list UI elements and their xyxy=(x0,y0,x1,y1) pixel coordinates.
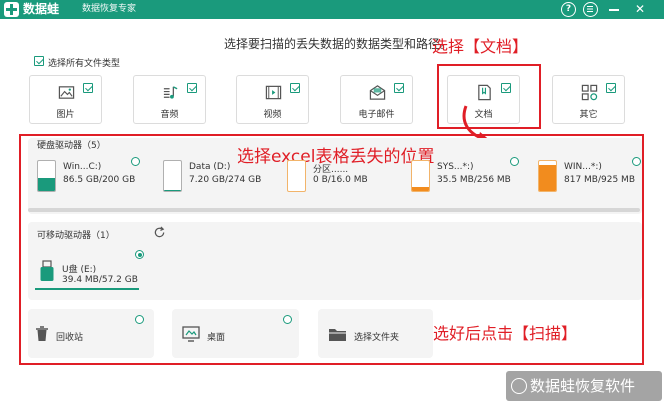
annotation-select-doc: 选择【文档】 xyxy=(432,37,529,56)
filetype-checkbox-audio[interactable] xyxy=(187,83,197,93)
filetype-label: 其它 xyxy=(579,110,598,120)
filetype-label: 视频 xyxy=(263,110,282,120)
location-label: 回收站 xyxy=(56,333,84,343)
selected-indicator xyxy=(35,288,139,290)
filetype-checkbox-document[interactable] xyxy=(501,83,511,93)
drive-name: WIN...*:) xyxy=(564,162,602,172)
drive-usage-fill xyxy=(164,190,181,191)
drive-size: 86.5 GB/200 GB xyxy=(63,175,136,185)
filetype-checkbox-image[interactable] xyxy=(83,83,93,93)
drive-size: 817 MB/925 MB xyxy=(564,175,635,185)
location-label: 选择文件夹 xyxy=(354,333,400,343)
horizontal-scrollbar[interactable] xyxy=(28,208,640,212)
drive-name: Win...C:) xyxy=(63,162,102,172)
location-radio-recycle-bin[interactable] xyxy=(135,315,144,324)
audio-icon xyxy=(163,86,178,99)
app-subtitle: 数据恢复专家 xyxy=(82,4,137,14)
filetype-card-image[interactable]: 图片 xyxy=(29,75,102,124)
minimize-button[interactable] xyxy=(609,9,619,11)
desktop-icon xyxy=(182,326,200,342)
filetype-card-audio[interactable]: 音频 xyxy=(133,75,206,124)
select-all-checkbox[interactable] xyxy=(34,56,44,66)
hard-drive-icon xyxy=(37,160,56,192)
location-card-recycle-bin[interactable]: 回收站 xyxy=(28,309,154,358)
drive-radio-c[interactable] xyxy=(131,157,140,166)
drive-name: Data (D:) xyxy=(189,162,231,172)
drive-name: SYS...*:) xyxy=(437,162,474,172)
refresh-icon[interactable] xyxy=(153,226,166,239)
menu-icon[interactable] xyxy=(583,2,598,17)
filetype-card-email[interactable]: 电子邮件 xyxy=(340,75,413,124)
document-icon xyxy=(478,84,491,101)
drive-usage-fill xyxy=(412,186,429,191)
app-logo-icon xyxy=(4,2,19,17)
close-button[interactable]: ✕ xyxy=(633,1,647,17)
drive-usage-fill xyxy=(539,164,556,191)
watermark-text: 数据蛙恢复软件 xyxy=(530,377,636,395)
location-card-folder[interactable]: 选择文件夹 xyxy=(318,309,433,358)
hard-drive-icon xyxy=(163,160,182,192)
removable-drive-title: 可移动驱动器（1） xyxy=(37,231,115,241)
location-card-desktop[interactable]: 桌面 xyxy=(172,309,299,358)
filetype-checkbox-email[interactable] xyxy=(394,83,404,93)
filetype-label: 音频 xyxy=(160,110,179,120)
annotation-click-scan: 选好后点击【扫描】 xyxy=(433,324,578,343)
hard-drive-title: 硬盘驱动器（5） xyxy=(37,141,106,151)
filetype-checkbox-video[interactable] xyxy=(290,83,300,93)
watermark-logo-icon xyxy=(511,378,527,394)
recycle-bin-icon xyxy=(36,326,48,341)
drive-usage-fill xyxy=(38,178,55,191)
filetype-label: 电子邮件 xyxy=(358,110,395,120)
select-all-label: 选择所有文件类型 xyxy=(48,59,121,69)
hard-drive-icon xyxy=(411,160,430,192)
drive-size: 35.5 MB/256 MB xyxy=(437,175,511,185)
filetype-card-other[interactable]: 其它 xyxy=(552,75,625,124)
help-icon[interactable]: ? xyxy=(561,2,576,17)
app-name: 数据蛙 xyxy=(23,2,60,16)
video-icon xyxy=(265,85,282,100)
drive-radio-win[interactable] xyxy=(632,157,641,166)
instruction-text: 选择要扫描的丢失数据的数据类型和路径。 xyxy=(224,37,453,51)
drive-size: 39.4 MB/57.2 GB xyxy=(62,275,138,285)
filetype-label: 图片 xyxy=(56,110,75,120)
filetype-card-video[interactable]: 视频 xyxy=(236,75,309,124)
drive-radio-usb[interactable] xyxy=(135,250,144,259)
hard-drive-icon xyxy=(538,160,557,192)
folder-icon xyxy=(329,329,346,341)
drive-name: 分区...... xyxy=(313,165,349,175)
filetype-checkbox-other[interactable] xyxy=(606,83,616,93)
location-radio-desktop[interactable] xyxy=(283,315,292,324)
hard-drive-icon xyxy=(287,160,306,192)
image-icon xyxy=(58,86,75,99)
email-icon xyxy=(369,85,386,100)
drive-size: 0 B/16.0 MB xyxy=(313,175,368,185)
watermark: 数据蛙恢复软件 xyxy=(506,371,662,401)
title-bar: 数据蛙 数据恢复专家 ? ✕ xyxy=(0,0,664,19)
drive-name: U盘 (E:) xyxy=(62,265,97,275)
other-icon xyxy=(581,84,598,101)
drive-radio-sys[interactable] xyxy=(510,157,519,166)
usb-drive-icon xyxy=(40,260,54,281)
drive-size: 7.20 GB/274 GB xyxy=(189,175,262,185)
location-label: 桌面 xyxy=(207,333,226,343)
